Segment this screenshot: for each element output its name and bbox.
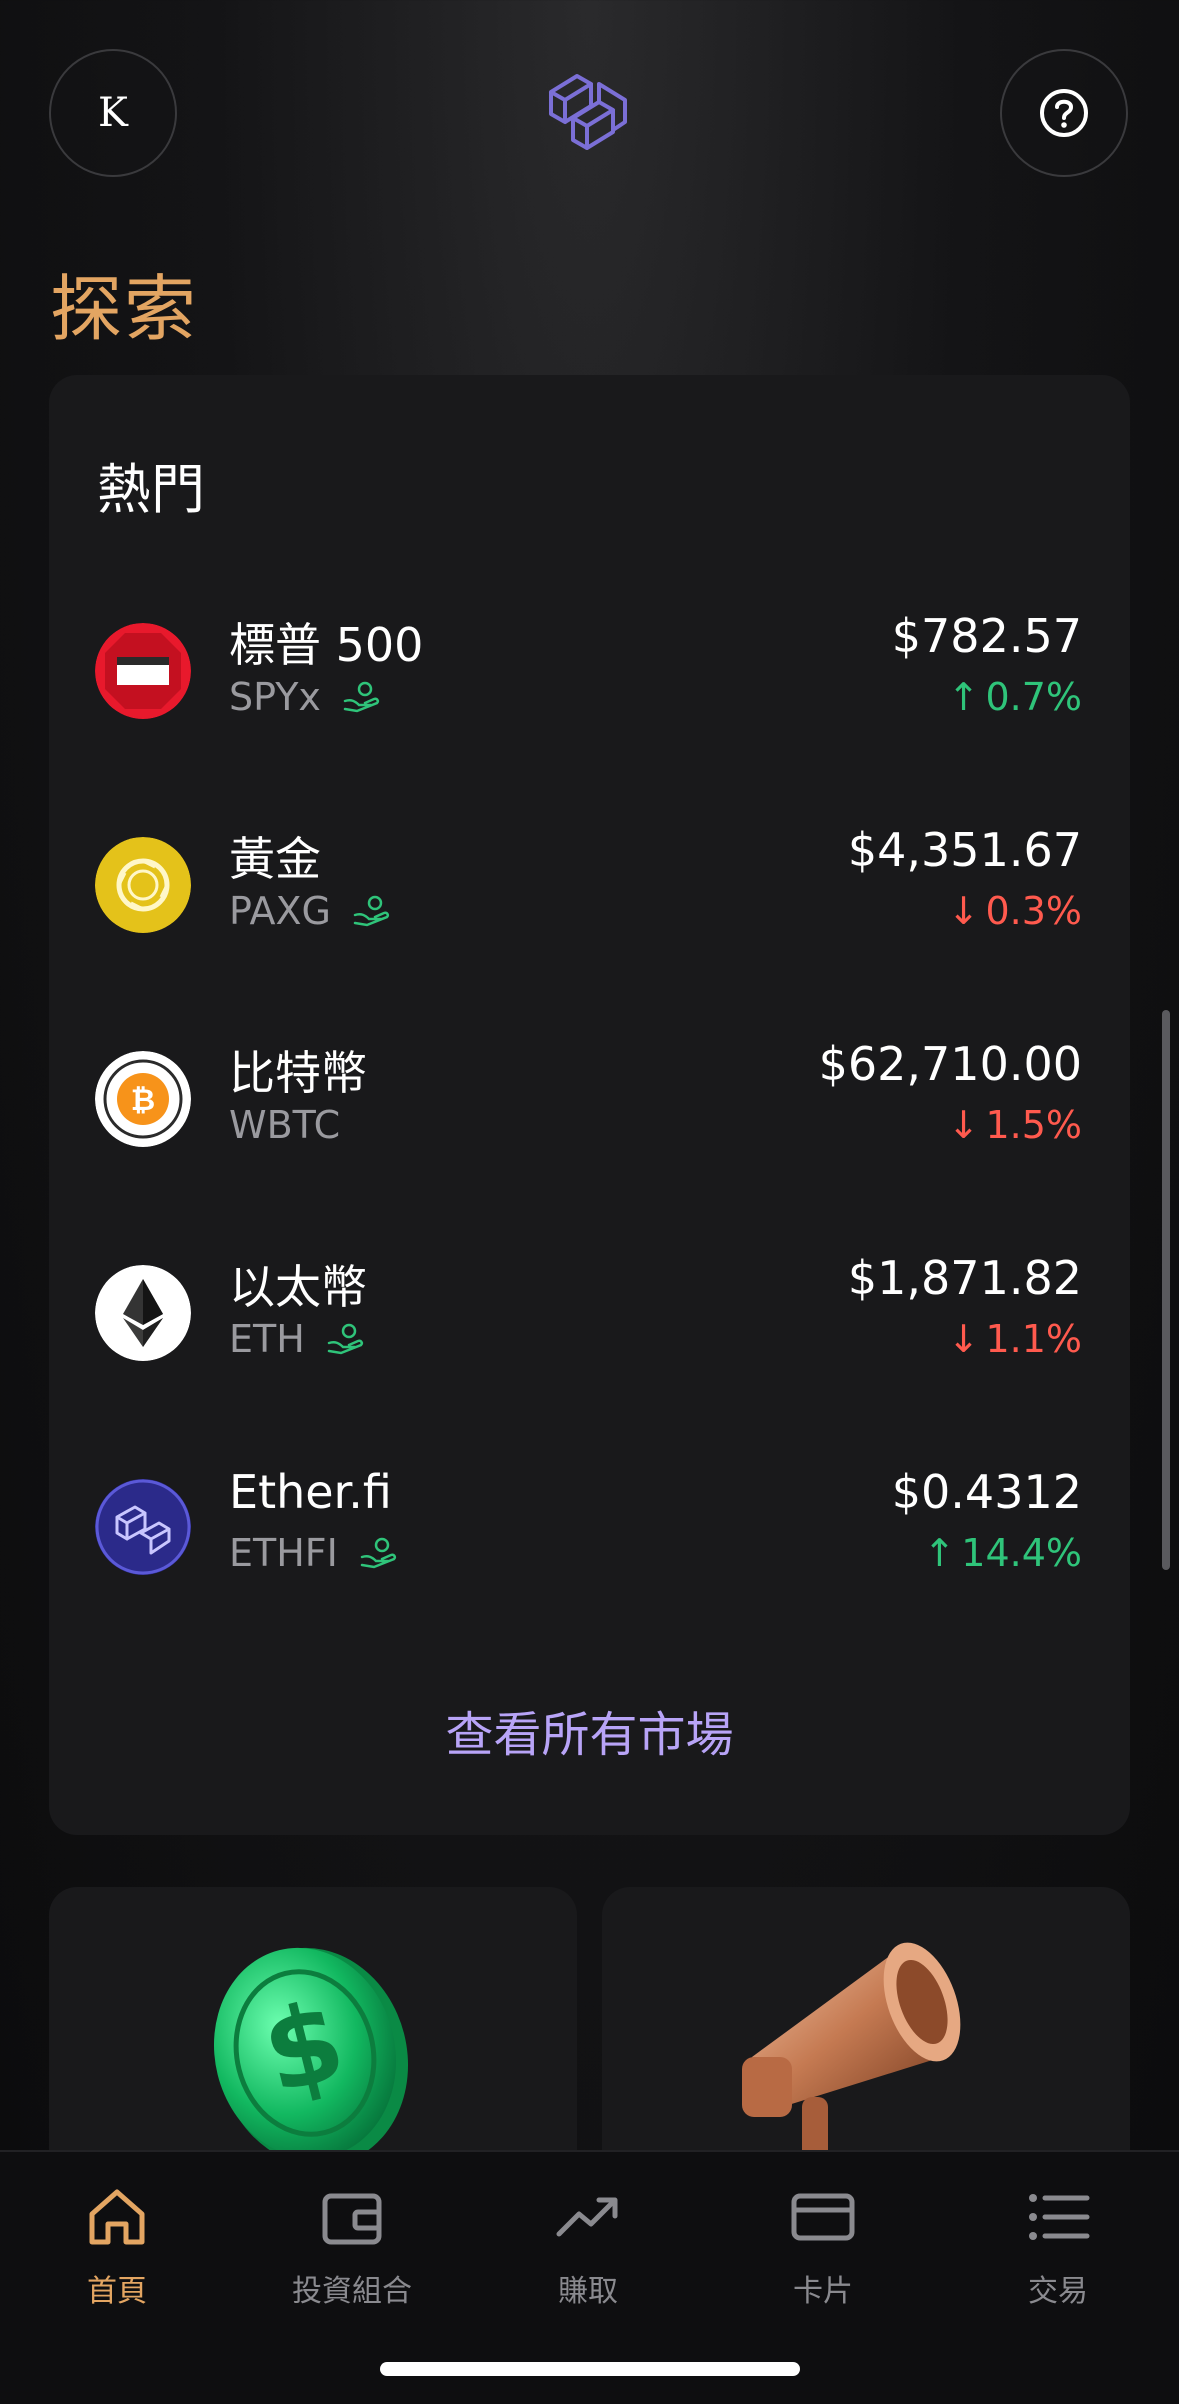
- asset-change: ↓ 0.3%: [947, 889, 1082, 933]
- page-title: 探索: [50, 267, 199, 351]
- spyx-token-icon: [95, 623, 191, 719]
- profile-avatar-button[interactable]: K: [49, 49, 177, 177]
- asset-change: ↑ 14.4%: [923, 1531, 1082, 1575]
- help-button[interactable]: [1000, 49, 1128, 177]
- market-row[interactable]: Ether.fi ETHFI $0.4312 ↑ 14.4%: [49, 1451, 1130, 1601]
- asset-name: Ether.fi: [229, 1465, 392, 1519]
- svg-text:₿: ₿: [131, 1083, 155, 1118]
- earn-hand-icon: [327, 1323, 363, 1355]
- ethfi-token-icon: [95, 1479, 191, 1575]
- tab-label: 投資組合: [292, 2274, 412, 2309]
- asset-price: $1,871.82: [847, 1251, 1082, 1305]
- market-row[interactable]: 以太幣 ETH $1,871.82 ↓ 1.1%: [49, 1237, 1130, 1387]
- tab-portfolio[interactable]: 投資組合: [252, 2182, 452, 2310]
- question-circle-icon: [1040, 89, 1088, 137]
- asset-name: 黃金: [229, 832, 321, 886]
- tab-home[interactable]: 首頁: [17, 2182, 217, 2310]
- tab-label: 交易: [1028, 2274, 1088, 2309]
- wallet-icon: [322, 2193, 382, 2245]
- arrow-up-icon: ↑: [923, 1531, 956, 1575]
- arrow-down-icon: ↓: [947, 1103, 980, 1147]
- arrow-down-icon: ↓: [947, 889, 980, 933]
- tab-trade[interactable]: 交易: [958, 2182, 1158, 2310]
- tab-earn[interactable]: 賺取: [488, 2182, 688, 2310]
- market-row[interactable]: ₿ 比特幣 WBTC $62,710.00 ↓ 1.5%: [49, 1023, 1130, 1173]
- asset-price: $4,351.67: [847, 823, 1082, 877]
- earn-hand-icon: [353, 895, 390, 927]
- arrow-down-icon: ↓: [947, 1317, 980, 1361]
- top-bar: K: [0, 0, 1179, 230]
- market-row[interactable]: 黃金 PAXG $4,351.67 ↓ 0.3%: [49, 809, 1130, 959]
- eth-token-icon: [95, 1265, 191, 1361]
- asset-name: 以太幣: [229, 1260, 367, 1314]
- earn-hand-icon: [360, 1537, 396, 1569]
- tab-label: 首頁: [87, 2274, 147, 2309]
- asset-ticker: SPYx: [229, 675, 381, 719]
- scrollbar[interactable]: [1162, 1010, 1170, 1570]
- etherfi-logo-icon: [549, 74, 627, 150]
- asset-price: $782.57: [891, 609, 1082, 663]
- trending-up-icon: [556, 2197, 618, 2237]
- trending-card: 熱門 標普 500 SPYx $782.57 ↑ 0.7% 黃金 PAXG $4…: [49, 375, 1130, 1835]
- asset-change: ↓ 1.1%: [947, 1317, 1082, 1361]
- wbtc-token-icon: ₿: [95, 1051, 191, 1147]
- avatar-initial: K: [98, 90, 128, 136]
- trending-title: 熱門: [97, 458, 205, 521]
- asset-ticker: ETHFI: [229, 1531, 398, 1575]
- card-icon: [791, 2193, 855, 2241]
- asset-price: $0.4312: [891, 1465, 1082, 1519]
- asset-ticker: WBTC: [229, 1103, 341, 1147]
- list-icon: [1029, 2194, 1090, 2240]
- home-icon: [89, 2189, 145, 2245]
- home-indicator: [380, 2362, 800, 2376]
- asset-change: ↑ 0.7%: [947, 675, 1082, 719]
- asset-ticker: ETH: [229, 1317, 365, 1361]
- market-row[interactable]: 標普 500 SPYx $782.57 ↑ 0.7%: [49, 595, 1130, 745]
- paxg-token-icon: [95, 837, 191, 933]
- earn-hand-icon: [343, 681, 379, 713]
- tab-label: 卡片: [793, 2274, 853, 2309]
- arrow-up-icon: ↑: [947, 675, 980, 719]
- asset-price: $62,710.00: [818, 1037, 1082, 1091]
- view-all-markets-link[interactable]: 查看所有市場: [49, 1695, 1130, 1765]
- asset-name: 標普 500: [229, 618, 424, 672]
- asset-change: ↓ 1.5%: [947, 1103, 1082, 1147]
- tab-card[interactable]: 卡片: [723, 2182, 923, 2310]
- asset-name: 比特幣: [229, 1046, 367, 1100]
- tab-label: 賺取: [558, 2274, 618, 2309]
- asset-ticker: PAXG: [229, 889, 391, 933]
